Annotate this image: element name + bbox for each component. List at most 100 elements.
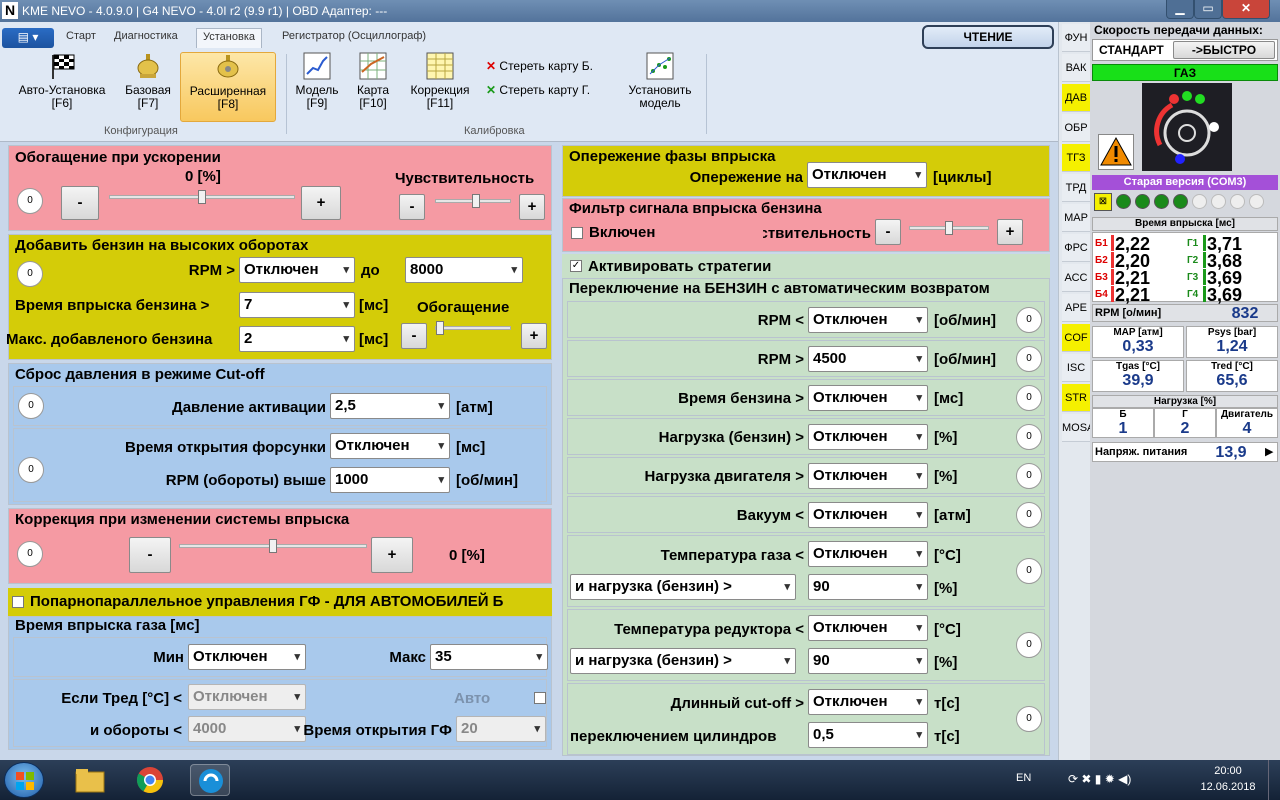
vtab-1[interactable]: ФУН [1062, 24, 1090, 52]
sequential-checkbox[interactable] [12, 596, 24, 608]
map-button[interactable]: Карта [F10] [350, 52, 396, 122]
vtab-12[interactable]: ISC [1062, 354, 1090, 382]
high-rpm-to-select[interactable]: 8000 [405, 257, 523, 283]
minimize-button[interactable]: ▁ [1166, 0, 1194, 19]
switch-sub-value-select[interactable]: 90 [808, 574, 928, 600]
switch-row-select[interactable]: 4500 [808, 346, 928, 372]
show-desktop-button[interactable] [1268, 760, 1280, 800]
auto-setup-button[interactable]: Авто-Установка [F6] [8, 52, 116, 122]
accel-minus-button[interactable]: - [61, 186, 99, 220]
erase-map-b-button[interactable]: ✕ Стереть карту Б. [486, 59, 593, 73]
slider-thumb[interactable] [945, 221, 953, 235]
basic-button[interactable]: Базовая [F7] [120, 52, 176, 122]
correction-button[interactable]: Коррекция [F11] [402, 52, 478, 122]
speed-fast-button[interactable]: ->БЫСТРО [1173, 41, 1275, 59]
speed-standard-option[interactable]: СТАНДАРТ [1099, 43, 1164, 57]
high-rpm-slider[interactable] [435, 321, 511, 335]
switch-row-select[interactable]: Отключен [808, 502, 928, 528]
erase-map-g-button[interactable]: ✕ Стереть карту Г. [486, 83, 590, 97]
gas-auto-checkbox[interactable] [534, 692, 546, 704]
slider-thumb[interactable] [198, 190, 206, 204]
gas-max-select[interactable]: 35 [430, 644, 548, 670]
accel-sens-minus-button[interactable]: - [399, 194, 425, 220]
high-rpm-time-select[interactable]: 7 [239, 292, 355, 318]
tab-start[interactable]: Старт [60, 28, 102, 48]
vtab-9[interactable]: АСС [1062, 264, 1090, 292]
vtab-11[interactable]: COF [1062, 324, 1090, 352]
accel-plus-button[interactable]: + [301, 186, 341, 220]
tab-recorder[interactable]: Регистратор (Осциллограф) [276, 28, 432, 48]
high-rpm-max-select[interactable]: 2 [239, 326, 355, 352]
switch-sub-select[interactable]: и нагрузка (бензин) > [570, 574, 796, 600]
advance-select[interactable]: Отключен [807, 162, 927, 188]
gas-tred-select[interactable]: Отключен [188, 684, 306, 710]
correction-minus-button[interactable]: - [129, 537, 171, 573]
vtab-4[interactable]: ОБР [1062, 114, 1090, 142]
warning-icon[interactable] [1098, 134, 1134, 170]
set-model-button[interactable]: Установить модель [620, 52, 700, 122]
gas-open-select[interactable]: 20 [456, 716, 546, 742]
switch-sub-value-select[interactable]: 0,5 [808, 722, 928, 748]
switch-row-select[interactable]: Отключен [808, 424, 928, 450]
high-rpm-minus-button[interactable]: - [401, 323, 427, 349]
vtab-6[interactable]: ТРД [1062, 174, 1090, 202]
voltage-label: Напряж. питания [1095, 446, 1188, 458]
gas-min-select[interactable]: Отключен [188, 644, 306, 670]
tab-setup[interactable]: Установка [196, 28, 262, 48]
file-explorer-icon[interactable] [70, 764, 110, 796]
accel-slider[interactable] [109, 190, 295, 204]
high-rpm-rpm-select[interactable]: Отключен [239, 257, 355, 283]
accel-sens-slider[interactable] [435, 194, 511, 208]
sequential-label: Попарнопараллельное управления ГФ - ДЛЯ … [30, 593, 504, 610]
high-rpm-plus-button[interactable]: + [521, 323, 547, 349]
cutoff-pressure-select[interactable]: 2,5 [330, 393, 450, 419]
correction-plus-button[interactable]: + [371, 537, 413, 573]
correction-slider[interactable] [179, 539, 367, 553]
switch-combo-select[interactable]: Отключен [808, 615, 928, 641]
load-engine-value: 4 [1242, 420, 1252, 437]
switch-combo-select[interactable]: Отключен [808, 689, 928, 715]
kme-nevo-taskbar-icon[interactable] [190, 764, 230, 796]
switch-row-select[interactable]: Отключен [808, 385, 928, 411]
clock-time[interactable]: 20:00 [1198, 765, 1258, 777]
filter-plus-button[interactable]: + [997, 219, 1023, 245]
switch-sub-value-select[interactable]: 90 [808, 648, 928, 674]
file-menu-button[interactable]: ▤ ▾ [2, 28, 54, 48]
gas-rpm-select[interactable]: 4000 [188, 716, 306, 742]
language-indicator[interactable]: EN [1016, 772, 1031, 784]
vtab-10[interactable]: АРЕ [1062, 294, 1090, 322]
vtab-14[interactable]: MOSA [1062, 414, 1094, 442]
expand-arrow-icon[interactable]: ▶ [1265, 445, 1273, 458]
cutoff-open-select[interactable]: Отключен [330, 433, 450, 459]
slider-thumb[interactable] [269, 539, 277, 553]
vtab-2[interactable]: ВАК [1062, 54, 1090, 82]
vtab-7[interactable]: МАР [1062, 204, 1090, 232]
switch-row-select[interactable]: Отключен [808, 463, 928, 489]
vtab-8[interactable]: ФРС [1062, 234, 1090, 262]
model-button[interactable]: Модель [F9] [290, 52, 344, 122]
clock-date[interactable]: 12.06.2018 [1198, 781, 1258, 793]
advanced-button[interactable]: Расширенная [F8] [180, 52, 276, 122]
vtab-3[interactable]: ДАВ [1062, 84, 1090, 112]
tab-diagnostics[interactable]: Диагностика [108, 28, 184, 48]
switch-combo-status-circle: 0 [1016, 558, 1042, 584]
switch-row-select[interactable]: Отключен [808, 307, 928, 333]
slider-thumb[interactable] [436, 321, 444, 335]
filter-slider[interactable] [909, 221, 989, 235]
close-button[interactable]: ✕ [1222, 0, 1270, 19]
maximize-button[interactable]: ▭ [1194, 0, 1222, 19]
switch-combo-select[interactable]: Отключен [808, 541, 928, 567]
accel-sens-plus-button[interactable]: + [519, 194, 545, 220]
slider-thumb[interactable] [472, 194, 480, 208]
switch-sub-select[interactable]: и нагрузка (бензин) > [570, 648, 796, 674]
filter-minus-button[interactable]: - [875, 219, 901, 245]
strategy-checkbox[interactable]: ✓ [570, 260, 582, 272]
cutoff-rpm-select[interactable]: 1000 [330, 467, 450, 493]
vtab-5[interactable]: ТГЗ [1062, 144, 1090, 172]
chrome-icon[interactable] [130, 764, 170, 796]
switch-dial-icon[interactable] [1142, 83, 1232, 171]
start-button[interactable] [4, 762, 44, 798]
vtab-13[interactable]: STR [1062, 384, 1090, 412]
filter-enable-checkbox[interactable] [571, 227, 583, 239]
read-button[interactable]: ЧТЕНИЕ [922, 25, 1054, 49]
